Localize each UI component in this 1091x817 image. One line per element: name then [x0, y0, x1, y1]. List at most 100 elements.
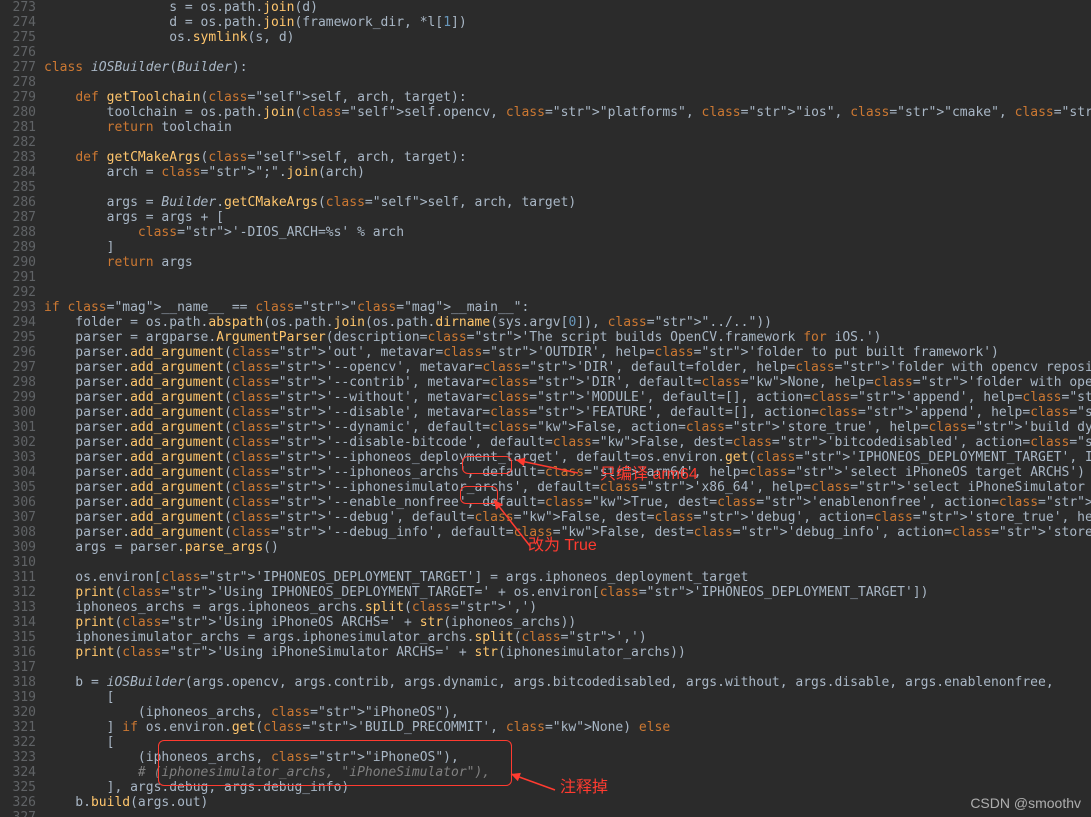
code-line[interactable]: class iOSBuilder(Builder): — [44, 60, 1091, 75]
line-number: 327 — [0, 810, 40, 817]
line-number: 277 — [0, 60, 40, 75]
code-line[interactable]: parser.add_argument(class="str">'--disab… — [44, 405, 1091, 420]
code-line[interactable]: ], args.debug, args.debug_info) — [44, 780, 1091, 795]
code-line[interactable]: # (iphonesimulator_archs, "iPhoneSimulat… — [44, 765, 1091, 780]
line-number: 296 — [0, 345, 40, 360]
code-line[interactable]: args = args + [ — [44, 210, 1091, 225]
line-number: 305 — [0, 480, 40, 495]
line-number: 298 — [0, 375, 40, 390]
code-line[interactable]: parser.add_argument(class="str">'--witho… — [44, 390, 1091, 405]
line-number: 290 — [0, 255, 40, 270]
line-number: 311 — [0, 570, 40, 585]
line-number: 288 — [0, 225, 40, 240]
code-line[interactable]: print(class="str">'Using iPhoneSimulator… — [44, 645, 1091, 660]
line-number: 289 — [0, 240, 40, 255]
line-number: 283 — [0, 150, 40, 165]
code-line[interactable]: return toolchain — [44, 120, 1091, 135]
code-line[interactable]: parser.add_argument(class="str">'--openc… — [44, 360, 1091, 375]
code-line[interactable]: parser.add_argument(class="str">'--debug… — [44, 525, 1091, 540]
line-number: 301 — [0, 420, 40, 435]
code-line[interactable]: parser.add_argument(class="str">'--enabl… — [44, 495, 1091, 510]
line-number: 309 — [0, 540, 40, 555]
line-number: 302 — [0, 435, 40, 450]
code-line[interactable] — [44, 285, 1091, 300]
code-line[interactable]: ] — [44, 240, 1091, 255]
code-line[interactable]: b = iOSBuilder(args.opencv, args.contrib… — [44, 675, 1091, 690]
line-number: 294 — [0, 315, 40, 330]
code-line[interactable]: iphonesimulator_archs = args.iphonesimul… — [44, 630, 1091, 645]
code-line[interactable]: os.symlink(s, d) — [44, 30, 1091, 45]
line-number: 312 — [0, 585, 40, 600]
code-line[interactable]: parser.add_argument(class="str">'--debug… — [44, 510, 1091, 525]
line-number: 306 — [0, 495, 40, 510]
code-line[interactable] — [44, 555, 1091, 570]
code-line[interactable]: args = Builder.getCMakeArgs(class="self"… — [44, 195, 1091, 210]
code-line[interactable]: parser.add_argument(class="str">'out', m… — [44, 345, 1091, 360]
code-line[interactable]: return args — [44, 255, 1091, 270]
line-number: 279 — [0, 90, 40, 105]
line-number: 276 — [0, 45, 40, 60]
line-number: 326 — [0, 795, 40, 810]
code-line[interactable]: arch = class="str">";".join(arch) — [44, 165, 1091, 180]
code-editor[interactable]: 2732742752762772782792802812822832842852… — [0, 0, 1091, 817]
code-line[interactable]: (iphoneos_archs, class="str">"iPhoneOS")… — [44, 750, 1091, 765]
line-number: 278 — [0, 75, 40, 90]
code-area[interactable]: s = os.path.join(d) d = os.path.join(fra… — [44, 0, 1091, 817]
code-line[interactable]: print(class="str">'Using IPHONEOS_DEPLOY… — [44, 585, 1091, 600]
code-line[interactable]: b.build(args.out) — [44, 795, 1091, 810]
line-number: 324 — [0, 765, 40, 780]
code-line[interactable]: parser.add_argument(class="str">'--iphon… — [44, 465, 1091, 480]
code-line[interactable] — [44, 180, 1091, 195]
code-line[interactable]: print(class="str">'Using iPhoneOS ARCHS=… — [44, 615, 1091, 630]
code-line[interactable]: os.environ[class="str">'IPHONEOS_DEPLOYM… — [44, 570, 1091, 585]
code-line[interactable]: (iphoneos_archs, class="str">"iPhoneOS")… — [44, 705, 1091, 720]
line-number: 308 — [0, 525, 40, 540]
code-line[interactable]: d = os.path.join(framework_dir, *l[1]) — [44, 15, 1091, 30]
line-number: 292 — [0, 285, 40, 300]
code-line[interactable] — [44, 75, 1091, 90]
code-line[interactable]: ] if os.environ.get(class="str">'BUILD_P… — [44, 720, 1091, 735]
code-line[interactable]: iphoneos_archs = args.iphoneos_archs.spl… — [44, 600, 1091, 615]
code-line[interactable]: toolchain = os.path.join(class="self">se… — [44, 105, 1091, 120]
code-line[interactable]: [ — [44, 735, 1091, 750]
code-line[interactable]: folder = os.path.abspath(os.path.join(os… — [44, 315, 1091, 330]
code-line[interactable] — [44, 135, 1091, 150]
code-line[interactable]: parser.add_argument(class="str">'--disab… — [44, 435, 1091, 450]
line-number: 323 — [0, 750, 40, 765]
code-line[interactable] — [44, 270, 1091, 285]
line-number: 282 — [0, 135, 40, 150]
code-line[interactable] — [44, 660, 1091, 675]
code-line[interactable]: [ — [44, 690, 1091, 705]
line-number: 291 — [0, 270, 40, 285]
line-number: 299 — [0, 390, 40, 405]
code-line[interactable]: def getCMakeArgs(class="self">self, arch… — [44, 150, 1091, 165]
line-number: 284 — [0, 165, 40, 180]
line-number: 285 — [0, 180, 40, 195]
code-line[interactable] — [44, 810, 1091, 817]
code-line[interactable] — [44, 45, 1091, 60]
line-number: 319 — [0, 690, 40, 705]
code-line[interactable]: parser.add_argument(class="str">'--contr… — [44, 375, 1091, 390]
code-line[interactable]: class="str">'-DIOS_ARCH=%s' % arch — [44, 225, 1091, 240]
line-number: 304 — [0, 465, 40, 480]
line-number: 310 — [0, 555, 40, 570]
code-line[interactable]: parser = argparse.ArgumentParser(descrip… — [44, 330, 1091, 345]
code-line[interactable]: if class="mag">__name__ == class="str">"… — [44, 300, 1091, 315]
watermark: CSDN @smoothv — [970, 796, 1081, 811]
line-number: 297 — [0, 360, 40, 375]
code-line[interactable]: def getToolchain(class="self">self, arch… — [44, 90, 1091, 105]
code-line[interactable]: parser.add_argument(class="str">'--iphon… — [44, 480, 1091, 495]
line-number: 275 — [0, 30, 40, 45]
line-number: 314 — [0, 615, 40, 630]
line-number: 303 — [0, 450, 40, 465]
line-number: 321 — [0, 720, 40, 735]
line-number: 315 — [0, 630, 40, 645]
code-line[interactable]: parser.add_argument(class="str">'--iphon… — [44, 450, 1091, 465]
line-number: 274 — [0, 15, 40, 30]
code-line[interactable]: parser.add_argument(class="str">'--dynam… — [44, 420, 1091, 435]
code-line[interactable]: s = os.path.join(d) — [44, 0, 1091, 15]
line-number: 273 — [0, 0, 40, 15]
code-line[interactable]: args = parser.parse_args() — [44, 540, 1091, 555]
line-number: 300 — [0, 405, 40, 420]
line-number: 307 — [0, 510, 40, 525]
